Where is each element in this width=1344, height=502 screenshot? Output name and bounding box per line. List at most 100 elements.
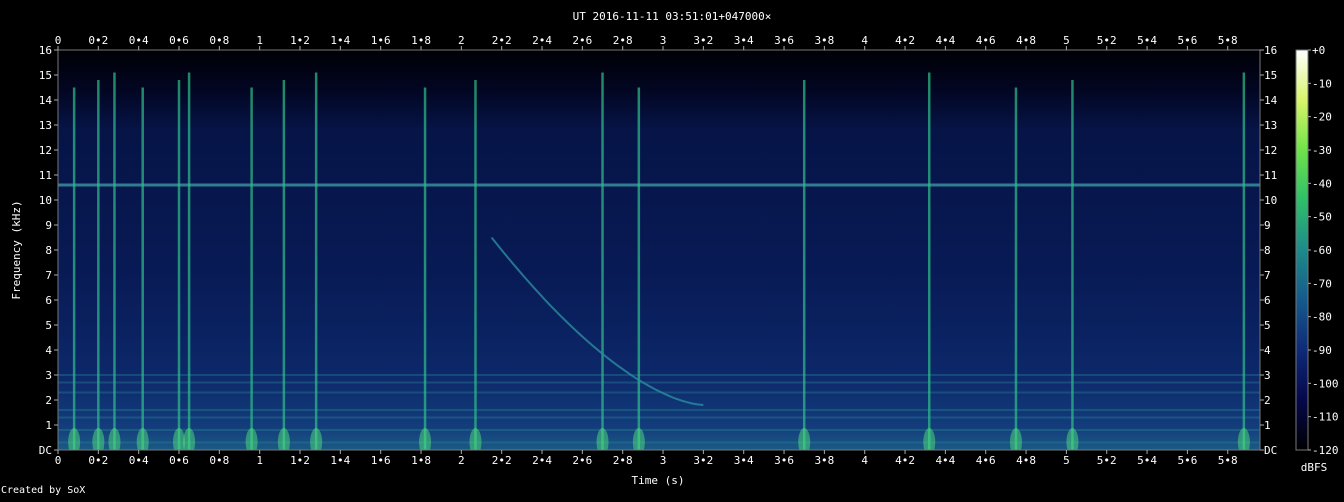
x-tick-label-bottom: 5 xyxy=(1063,454,1070,467)
y-tick-label-left: 3 xyxy=(45,369,52,382)
y-tick-label-left: 5 xyxy=(45,319,52,332)
noise-band xyxy=(58,381,1260,384)
y-tick-label-right: 16 xyxy=(1264,44,1277,57)
plot-area xyxy=(58,50,1260,450)
y-tick-label-left: 8 xyxy=(45,244,52,257)
impulse-low-energy xyxy=(183,428,196,450)
x-tick-label-bottom: 0•4 xyxy=(129,454,149,467)
steady-tone xyxy=(58,183,1260,187)
noise-band xyxy=(58,441,1260,444)
y-tick-label-left: 2 xyxy=(45,394,52,407)
x-tick-label-top: 0 xyxy=(55,34,62,47)
x-tick-label-top: 2 xyxy=(458,34,465,47)
x-tick-label-top: 1•8 xyxy=(411,34,431,47)
y-tick-label-right: 7 xyxy=(1264,269,1271,282)
y-axis-label: Frequency (kHz) xyxy=(10,200,23,299)
x-ticks-top: 0 0•2 0•4 0•6 0•8 1 1•2 1•4 1•6 1•8 2 2•2 2•4 2•6 2•8 3… xyxy=(55,34,1238,50)
noise-band xyxy=(58,416,1260,419)
y-tick-label-left: 15 xyxy=(39,69,52,82)
x-axis-label: Time (s) xyxy=(632,474,685,487)
x-tick-label-top: 1•4 xyxy=(330,34,350,47)
y-tick-label-left: 7 xyxy=(45,269,52,282)
x-tick-label-top: 4 xyxy=(861,34,868,47)
colorbar-tick-label: -90 xyxy=(1312,344,1332,357)
x-tick-label-bottom: 5•2 xyxy=(1097,454,1117,467)
x-tick-label-top: 3•2 xyxy=(693,34,713,47)
spectrogram-figure: UT 2016-11-11 03:51:01+047000× 0 0•2 0•4 0•… xyxy=(0,0,1344,498)
y-tick-label-left: 9 xyxy=(45,219,52,232)
x-tick-label-top: 4•4 xyxy=(935,34,955,47)
y-tick-label-right: 5 xyxy=(1264,319,1271,332)
x-tick-label-top: 5•2 xyxy=(1097,34,1117,47)
colorbar-tick-label: -110 xyxy=(1312,411,1339,424)
y-ticks-right: DC12345678910111213141516 xyxy=(1260,44,1278,457)
x-tick-label-bottom: 5•4 xyxy=(1137,454,1157,467)
x-tick-label-top: 3•6 xyxy=(774,34,794,47)
y-tick-label-right: 2 xyxy=(1264,394,1271,407)
impulse-low-energy xyxy=(68,428,81,450)
x-tick-label-top: 0•6 xyxy=(169,34,189,47)
x-tick-label-bottom: 4•4 xyxy=(935,454,955,467)
y-tick-label-right: DC xyxy=(1264,444,1277,457)
x-tick-label-bottom: 3 xyxy=(660,454,667,467)
x-tick-label-top: 4•6 xyxy=(976,34,996,47)
y-tick-label-left: 6 xyxy=(45,294,52,307)
x-tick-label-bottom: 3•8 xyxy=(814,454,834,467)
chart-title: UT 2016-11-11 03:51:01+047000× xyxy=(573,10,772,23)
x-tick-label-top: 3•8 xyxy=(814,34,834,47)
y-tick-label-right: 14 xyxy=(1264,94,1278,107)
y-tick-label-left: 4 xyxy=(45,344,52,357)
y-tick-label-right: 1 xyxy=(1264,419,1271,432)
colorbar-tick-label: -20 xyxy=(1312,111,1332,124)
y-tick-label-right: 8 xyxy=(1264,244,1271,257)
y-ticks-left: DC12345678910111213141516 xyxy=(39,44,58,457)
x-tick-label-top: 0•2 xyxy=(88,34,108,47)
x-ticks-bottom: 0 0•2 0•4 0•6 0•8 1 1•2 1•4 1•6 1•8 2 2•2 2•4 2•6 2•8 3… xyxy=(55,450,1238,467)
impulse-low-energy xyxy=(596,428,609,450)
x-tick-label-bottom: 5•8 xyxy=(1218,454,1238,467)
y-tick-label-left: 10 xyxy=(39,194,52,207)
colorbar-label: dBFS xyxy=(1301,461,1328,474)
x-tick-label-top: 3•4 xyxy=(734,34,754,47)
impulse-low-energy xyxy=(632,428,645,450)
colorbar-tick-label: -30 xyxy=(1312,144,1332,157)
colorbar-tick-label: -70 xyxy=(1312,277,1332,290)
x-tick-label-bottom: 3•6 xyxy=(774,454,794,467)
colorbar-tick-label: -120 xyxy=(1312,444,1339,457)
y-tick-label-right: 12 xyxy=(1264,144,1277,157)
x-tick-label-bottom: 2•4 xyxy=(532,454,552,467)
noise-band xyxy=(58,374,1260,376)
colorbar-tick-label: +0 xyxy=(1312,44,1325,57)
x-tick-label-top: 2•8 xyxy=(613,34,633,47)
x-tick-label-bottom: 3•4 xyxy=(734,454,754,467)
y-tick-label-left: 14 xyxy=(39,94,53,107)
noise-band xyxy=(58,409,1260,411)
noise-band xyxy=(58,429,1260,431)
y-tick-label-left: 1 xyxy=(45,419,52,432)
x-tick-label-bottom: 4•2 xyxy=(895,454,915,467)
x-tick-label-top: 5•8 xyxy=(1218,34,1238,47)
x-tick-label-top: 3 xyxy=(660,34,667,47)
x-tick-label-top: 1•2 xyxy=(290,34,310,47)
x-tick-label-top: 2•2 xyxy=(492,34,512,47)
colorbar-ticks: +0 -10 -20 -30 -40 -50 -60 -70 -80 -90 -100 -110 -12… xyxy=(1308,44,1339,457)
x-tick-label-bottom: 2 xyxy=(458,454,465,467)
y-tick-label-right: 11 xyxy=(1264,169,1277,182)
impulse-low-energy xyxy=(277,428,290,450)
x-tick-label-top: 2•6 xyxy=(572,34,592,47)
x-tick-label-top: 5•6 xyxy=(1177,34,1197,47)
y-tick-label-right: 15 xyxy=(1264,69,1277,82)
x-tick-label-bottom: 4•8 xyxy=(1016,454,1036,467)
colorbar-tick-label: -50 xyxy=(1312,211,1332,224)
y-tick-label-left: 11 xyxy=(39,169,52,182)
y-tick-label-right: 9 xyxy=(1264,219,1271,232)
x-tick-label-bottom: 2•6 xyxy=(572,454,592,467)
impulse-low-energy xyxy=(1237,428,1250,450)
x-tick-label-bottom: 4•6 xyxy=(976,454,996,467)
colorbar-tick-label: -40 xyxy=(1312,177,1332,190)
x-tick-label-top: 0•8 xyxy=(209,34,229,47)
colorbar-tick-label: -100 xyxy=(1312,377,1339,390)
x-tick-label-top: 2•4 xyxy=(532,34,552,47)
x-tick-label-bottom: 2•8 xyxy=(613,454,633,467)
y-tick-label-right: 3 xyxy=(1264,369,1271,382)
